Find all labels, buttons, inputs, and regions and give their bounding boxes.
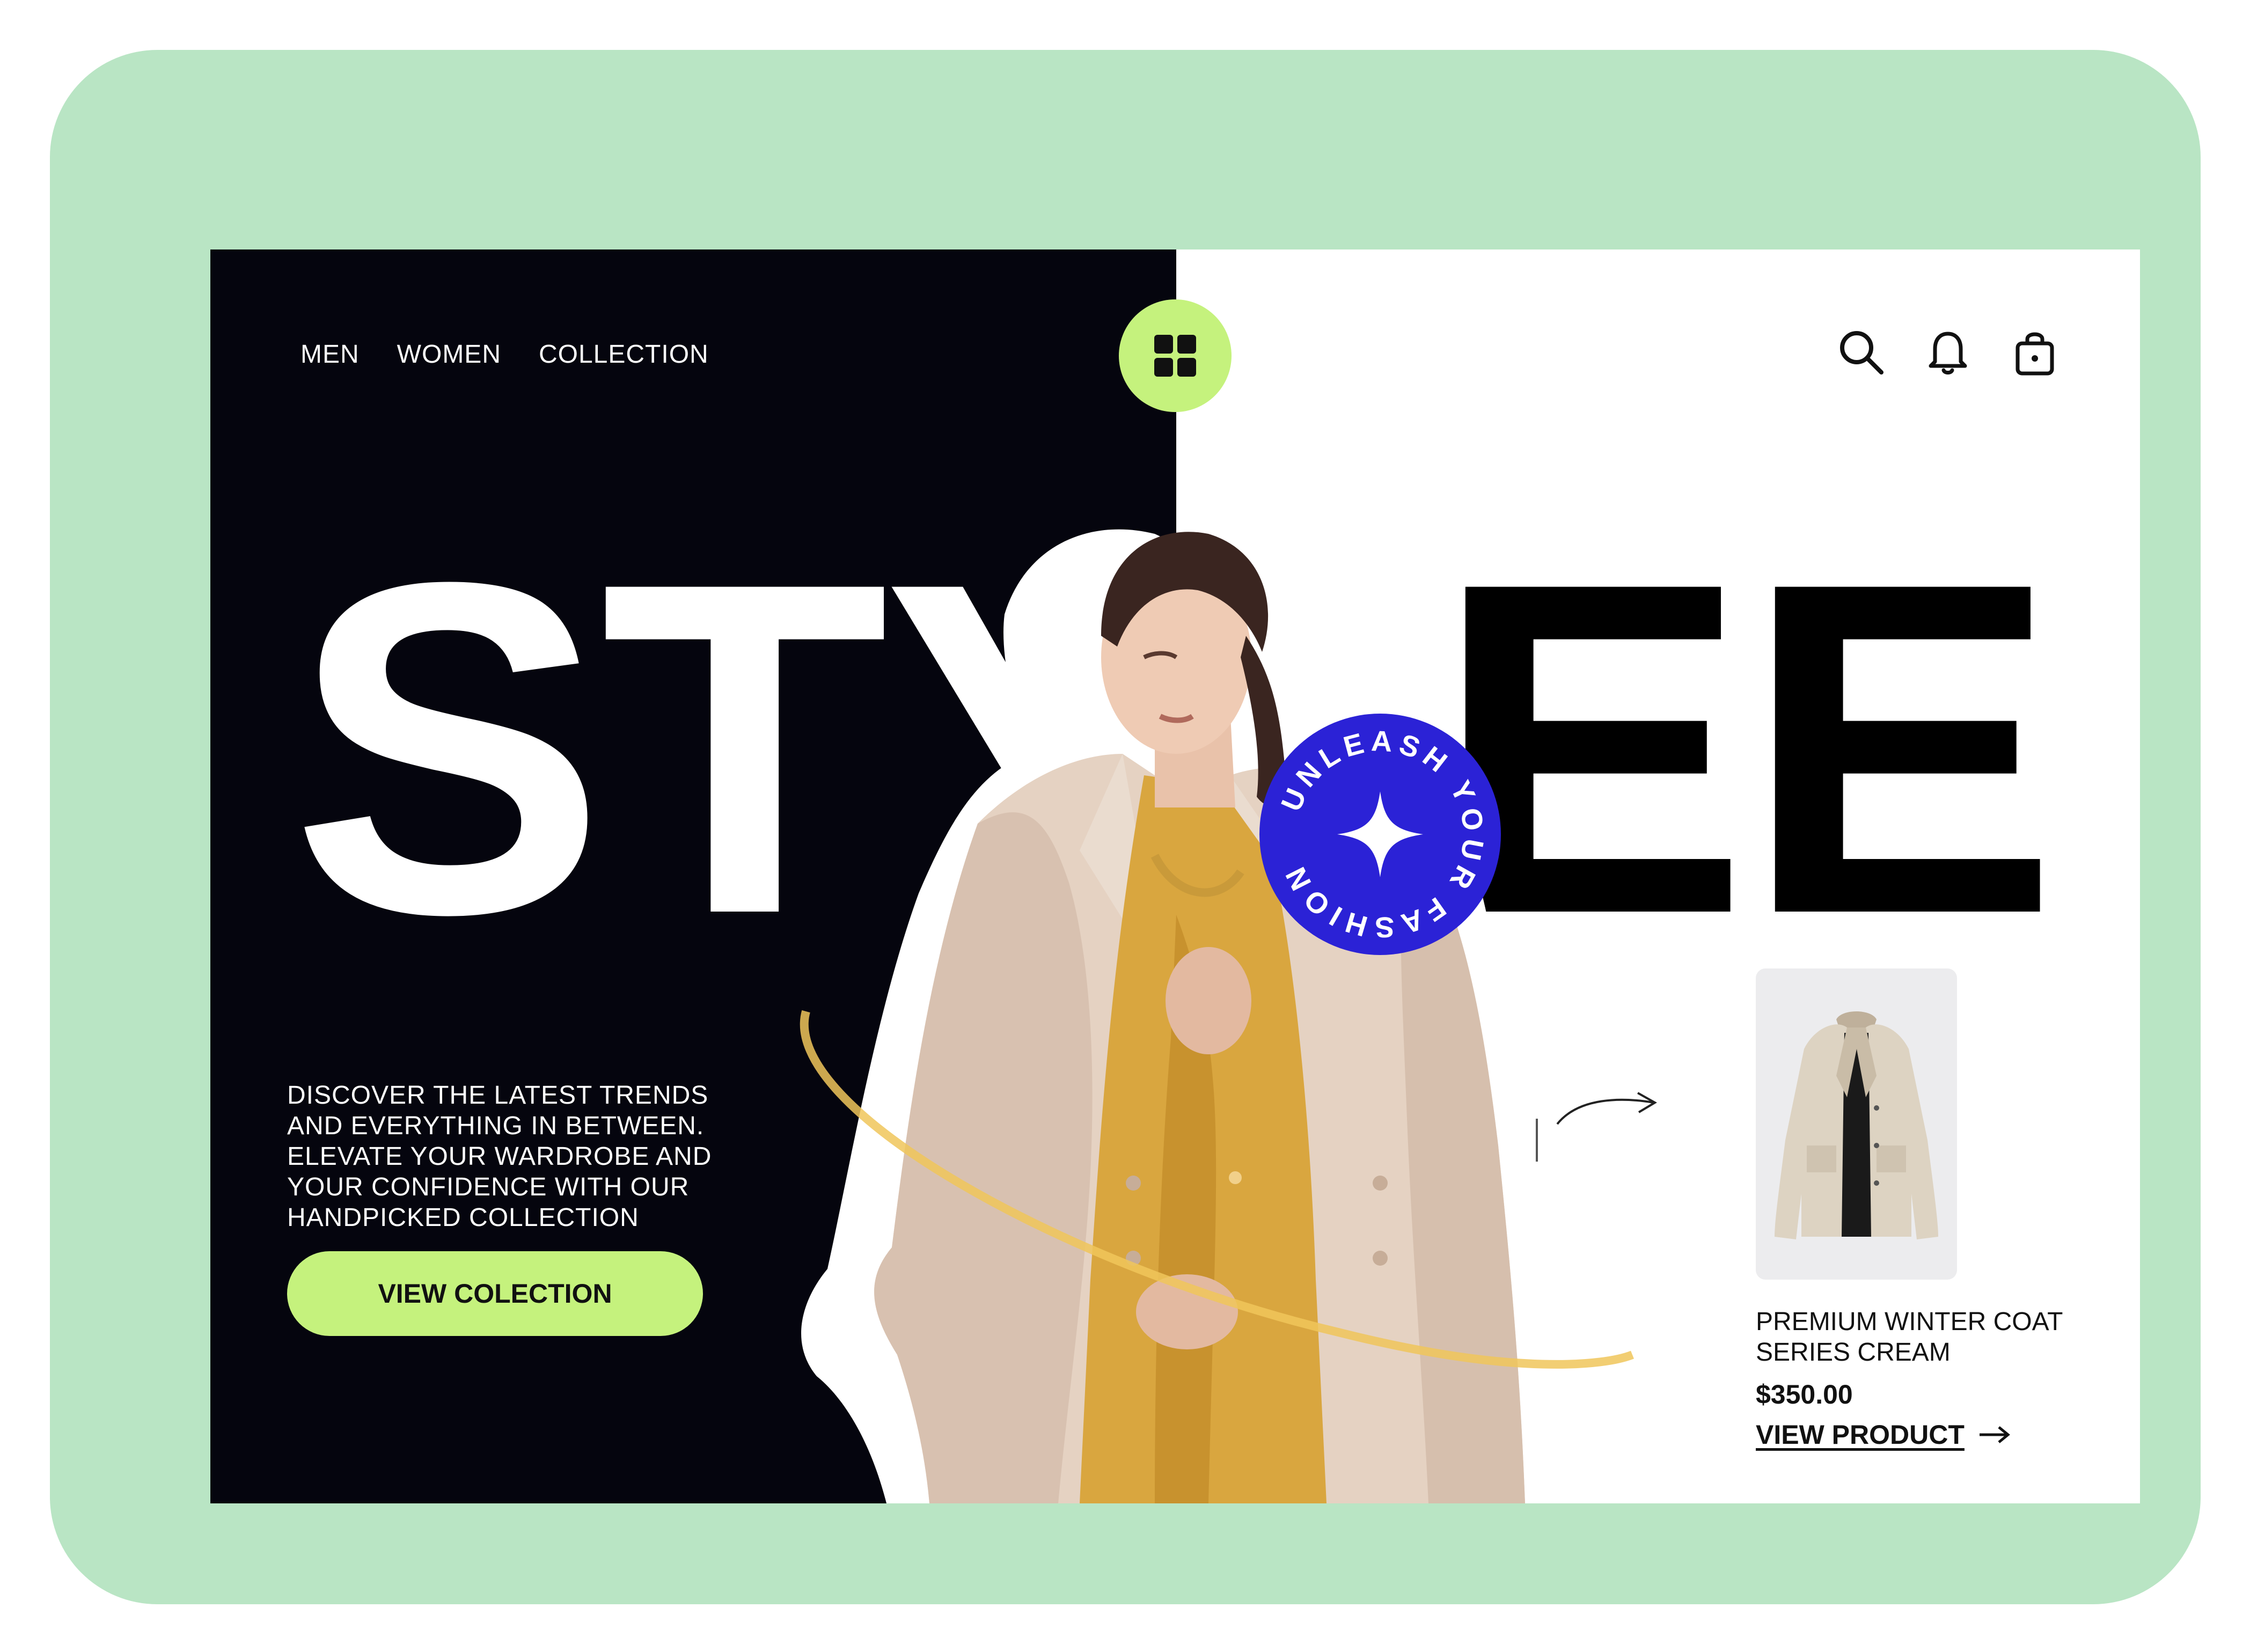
nav-item-collection[interactable]: COLLECTION bbox=[539, 340, 709, 369]
nav-item-women[interactable]: WOMEN bbox=[397, 340, 501, 369]
sketch-arrow-icon bbox=[1536, 1092, 1657, 1162]
product-price: $350.00 bbox=[1756, 1379, 1853, 1409]
jacket-image bbox=[1775, 1011, 1938, 1239]
view-collection-button[interactable]: VIEW COLECTION bbox=[287, 1251, 703, 1336]
shopping-bag-icon[interactable] bbox=[2010, 327, 2060, 377]
header-actions bbox=[1836, 327, 2060, 377]
view-product-link[interactable]: VIEW PRODUCT bbox=[1756, 1419, 2011, 1450]
product-image[interactable] bbox=[1756, 968, 1957, 1280]
nav-item-men[interactable]: MEN bbox=[301, 340, 360, 369]
landing-page: MEN WOMEN COLLECTION STY EE UNLEASH YOUR… bbox=[210, 249, 2140, 1503]
grid-menu-button[interactable] bbox=[1119, 299, 1232, 412]
view-product-label: VIEW PRODUCT bbox=[1756, 1420, 1965, 1450]
arrow-right-icon bbox=[1979, 1426, 2010, 1443]
product-name: PREMIUM WINTER COAT SERIES CREAM bbox=[1756, 1308, 2063, 1367]
model-image bbox=[800, 529, 1634, 1503]
unleash-fashion-badge: UNLEASH YOUR FASHION bbox=[1259, 714, 1501, 955]
search-icon[interactable] bbox=[1836, 327, 1886, 377]
grid-menu-icon bbox=[1154, 335, 1196, 377]
hero-tagline: DISCOVER THE LATEST TRENDS AND EVERYTHIN… bbox=[287, 1081, 712, 1232]
bell-icon[interactable] bbox=[1923, 327, 1973, 377]
main-nav: MEN WOMEN COLLECTION bbox=[301, 340, 709, 369]
device-frame: MEN WOMEN COLLECTION STY EE UNLEASH YOUR… bbox=[50, 50, 2201, 1604]
